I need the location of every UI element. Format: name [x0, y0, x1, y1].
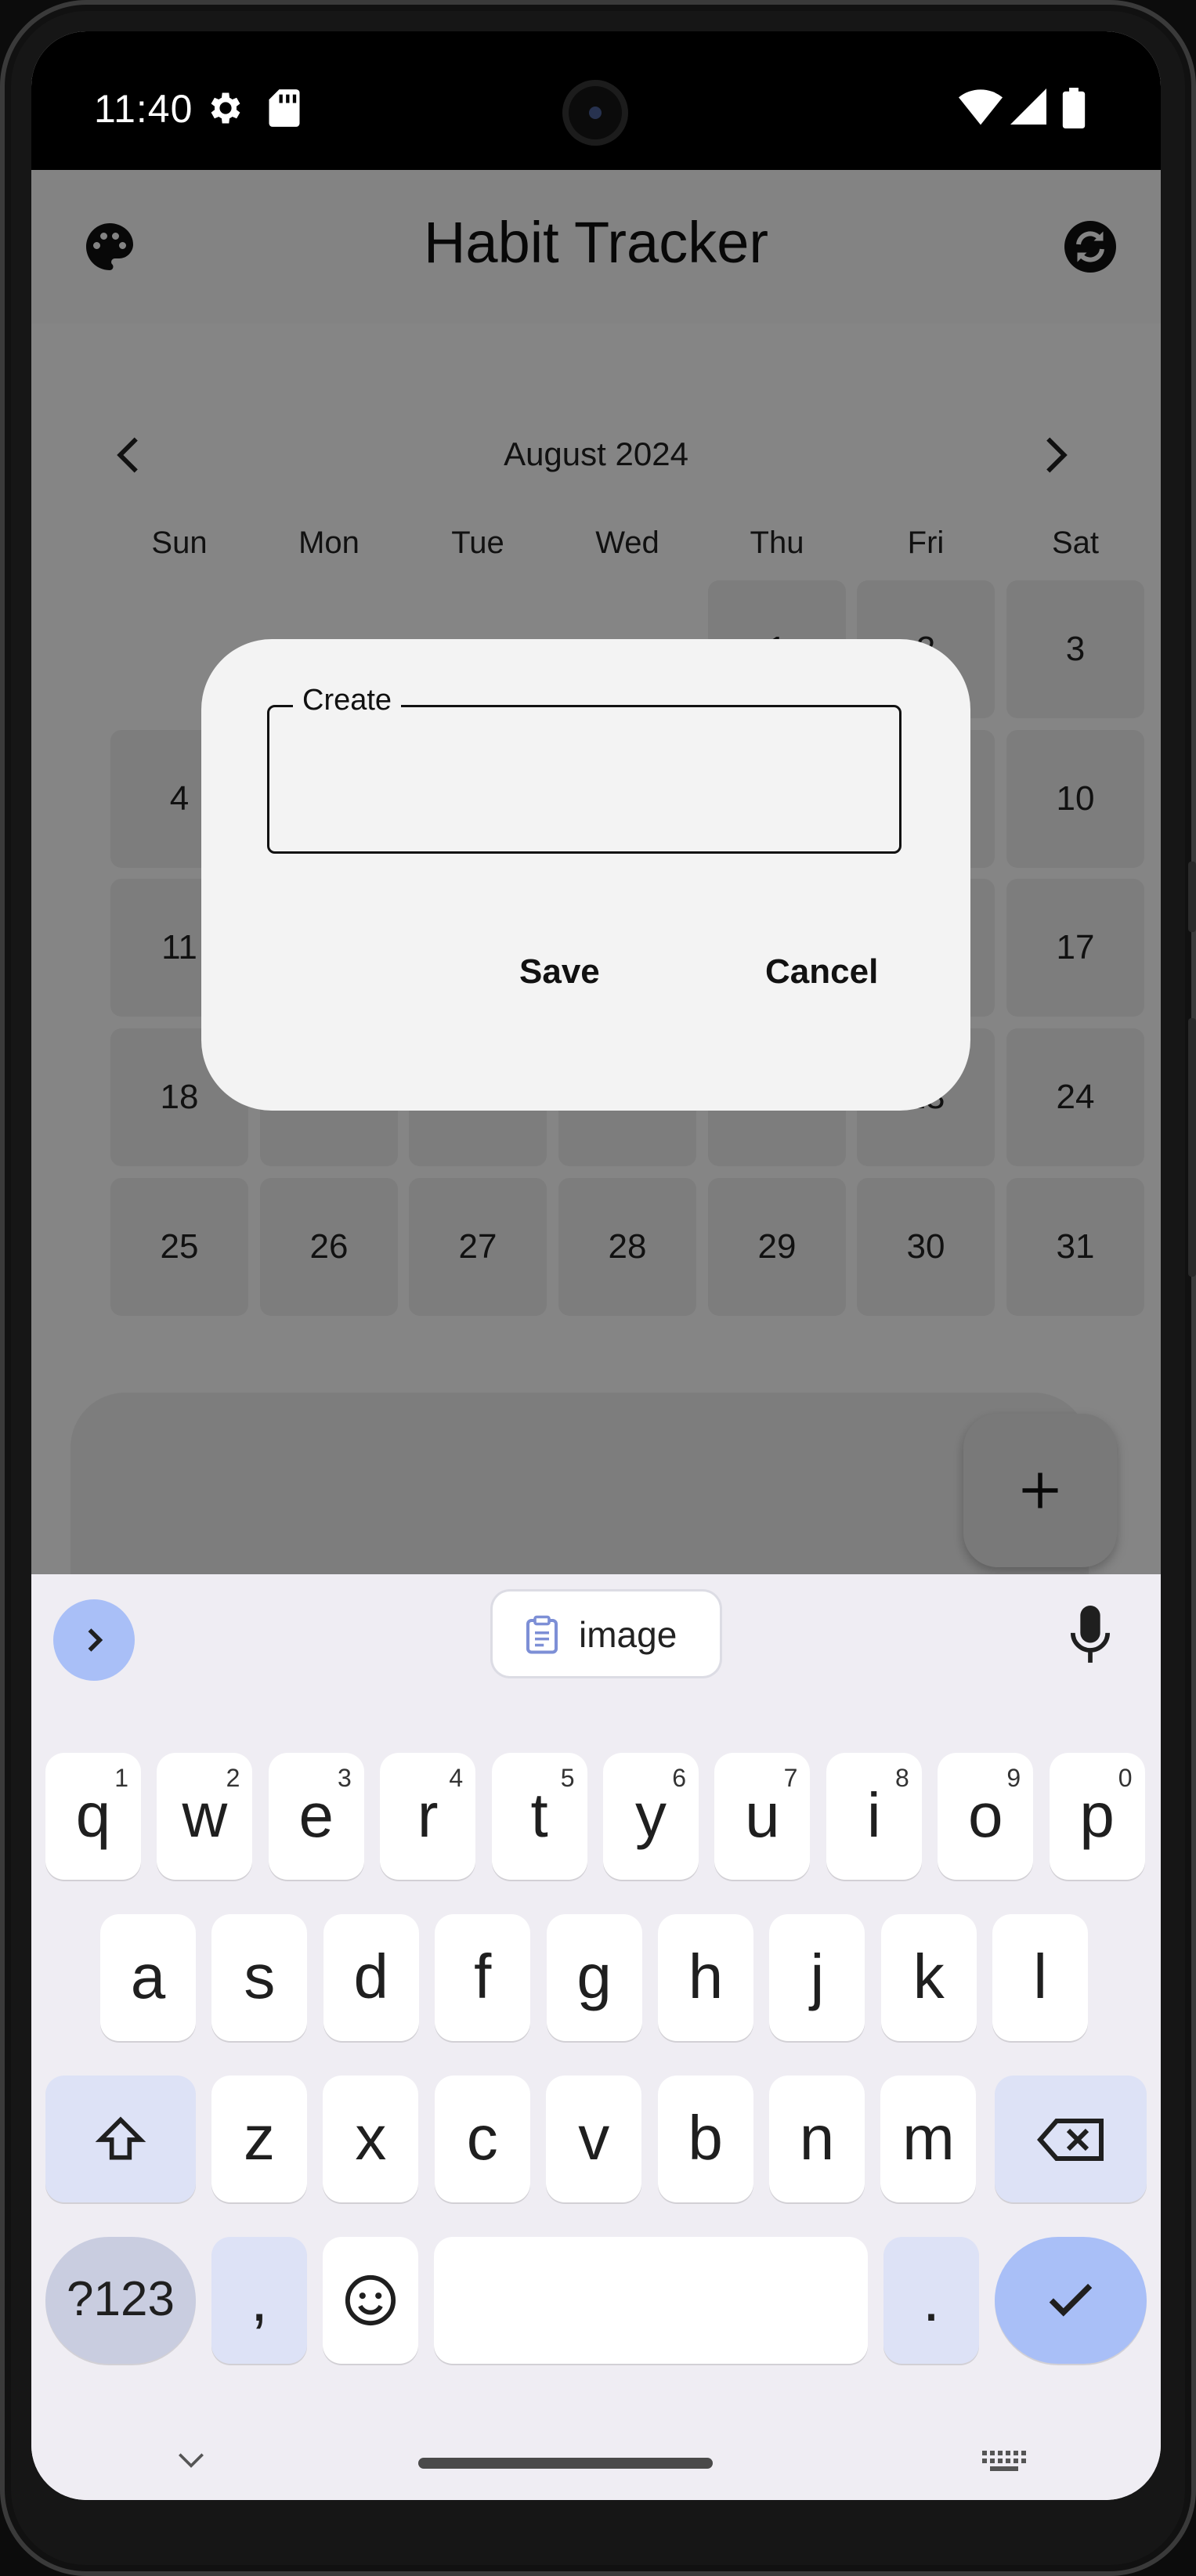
key-r[interactable]: r4 [380, 1753, 476, 1880]
backspace-icon [1037, 2119, 1104, 2161]
key-label: g [576, 1942, 612, 2011]
create-habit-dialog: Create Save Cancel [201, 639, 970, 1111]
symbols-key[interactable]: ?123 [45, 2237, 196, 2364]
key-label: j [810, 1942, 825, 2011]
key-o[interactable]: o9 [938, 1753, 1034, 1880]
hide-keyboard-icon[interactable] [174, 2448, 208, 2472]
key-label: n [799, 2103, 835, 2173]
key-h[interactable]: h [658, 1914, 753, 2041]
key-label: h [688, 1942, 724, 2011]
screen: 11:40 Habit Tracker August 2024 Sun Mon … [31, 31, 1161, 2500]
key-hint: 0 [1118, 1764, 1133, 1792]
key-s[interactable]: s [211, 1914, 308, 2041]
soft-keyboard: image q1w2e3r4t5y6u7i8o9p0 a s d f g h j k l z x c v b… [31, 1574, 1161, 2500]
period-key[interactable]: . [883, 2237, 979, 2364]
enter-key[interactable] [995, 2237, 1147, 2364]
comma-key[interactable]: , [211, 2237, 307, 2364]
key-label: f [474, 1942, 492, 2011]
key-label: l [1033, 1942, 1048, 2011]
key-hint: 7 [783, 1764, 798, 1792]
key-u[interactable]: u7 [714, 1753, 811, 1880]
key-label: m [902, 2103, 955, 2173]
status-time: 11:40 [94, 87, 193, 131]
key-hint: 5 [560, 1764, 575, 1792]
create-input[interactable]: Create [267, 684, 902, 854]
key-g[interactable]: g [546, 1914, 642, 2041]
save-button[interactable]: Save [519, 952, 600, 992]
shift-key[interactable] [45, 2076, 196, 2202]
key-hint: 1 [114, 1764, 128, 1792]
battery-icon [1062, 88, 1086, 128]
create-input-label: Create [293, 684, 402, 717]
suggestion-strip: image [31, 1574, 1161, 1700]
key-hint: 2 [226, 1764, 240, 1792]
backspace-key[interactable] [995, 2076, 1147, 2202]
clipboard-suggestion[interactable]: image [493, 1591, 720, 1676]
key-l[interactable]: l [992, 1914, 1089, 2041]
key-q[interactable]: q1 [45, 1753, 141, 1880]
status-bar: 11:40 [31, 31, 1161, 170]
key-k[interactable]: k [880, 1914, 977, 2041]
wifi-icon [959, 89, 1003, 125]
key-n[interactable]: n [769, 2076, 865, 2202]
key-label: . [922, 2264, 941, 2334]
sd-card-icon [269, 89, 300, 127]
key-a[interactable]: a [100, 1914, 196, 2041]
key-i[interactable]: i8 [826, 1753, 922, 1880]
cancel-button[interactable]: Cancel [765, 952, 878, 992]
key-e[interactable]: e3 [268, 1753, 364, 1880]
key-hint: 8 [895, 1764, 909, 1792]
key-hint: 9 [1006, 1764, 1021, 1792]
key-p[interactable]: p0 [1049, 1753, 1145, 1880]
checkmark-icon [1049, 2283, 1093, 2317]
key-label: ?123 [67, 2272, 175, 2326]
shift-icon [95, 2116, 146, 2160]
key-c[interactable]: c [434, 2076, 530, 2202]
key-label: z [244, 2103, 275, 2173]
key-hint: 4 [449, 1764, 464, 1792]
microphone-icon[interactable] [1070, 1606, 1111, 1665]
emoji-key[interactable] [323, 2237, 418, 2364]
key-label: c [466, 2103, 498, 2173]
volume-button [1188, 1018, 1196, 1277]
key-label: v [578, 2103, 610, 2173]
clipboard-suggestion-label: image [579, 1614, 677, 1655]
key-t[interactable]: t5 [491, 1753, 587, 1880]
key-label: x [355, 2103, 387, 2173]
space-key[interactable] [434, 2237, 868, 2364]
toolbar-expand-button[interactable] [53, 1599, 135, 1681]
key-f[interactable]: f [435, 1914, 531, 2041]
key-x[interactable]: x [323, 2076, 419, 2202]
signal-icon [1010, 89, 1046, 125]
key-j[interactable]: j [769, 1914, 865, 2041]
key-y[interactable]: y6 [603, 1753, 699, 1880]
key-b[interactable]: b [657, 2076, 753, 2202]
power-button [1188, 862, 1196, 932]
key-label: , [250, 2264, 269, 2334]
key-label: s [244, 1942, 276, 2011]
key-w[interactable]: w2 [157, 1753, 253, 1880]
emoji-icon [345, 2274, 396, 2326]
key-label: k [912, 1942, 945, 2011]
key-m[interactable]: m [880, 2076, 977, 2202]
chevron-right-icon [88, 1628, 103, 1652]
key-hint: 6 [672, 1764, 686, 1792]
settings-icon [211, 92, 240, 124]
key-d[interactable]: d [323, 1914, 419, 2041]
key-v[interactable]: v [546, 2076, 642, 2202]
key-label: a [130, 1942, 166, 2011]
clipboard-icon [526, 1615, 558, 1654]
key-label: b [688, 2103, 723, 2173]
gesture-bar[interactable] [418, 2458, 713, 2469]
key-label: d [353, 1942, 389, 2011]
key-z[interactable]: z [211, 2076, 307, 2202]
key-hint: 3 [338, 1764, 352, 1792]
keyboard-switch-icon[interactable] [982, 2450, 1026, 2473]
front-camera [562, 80, 628, 146]
